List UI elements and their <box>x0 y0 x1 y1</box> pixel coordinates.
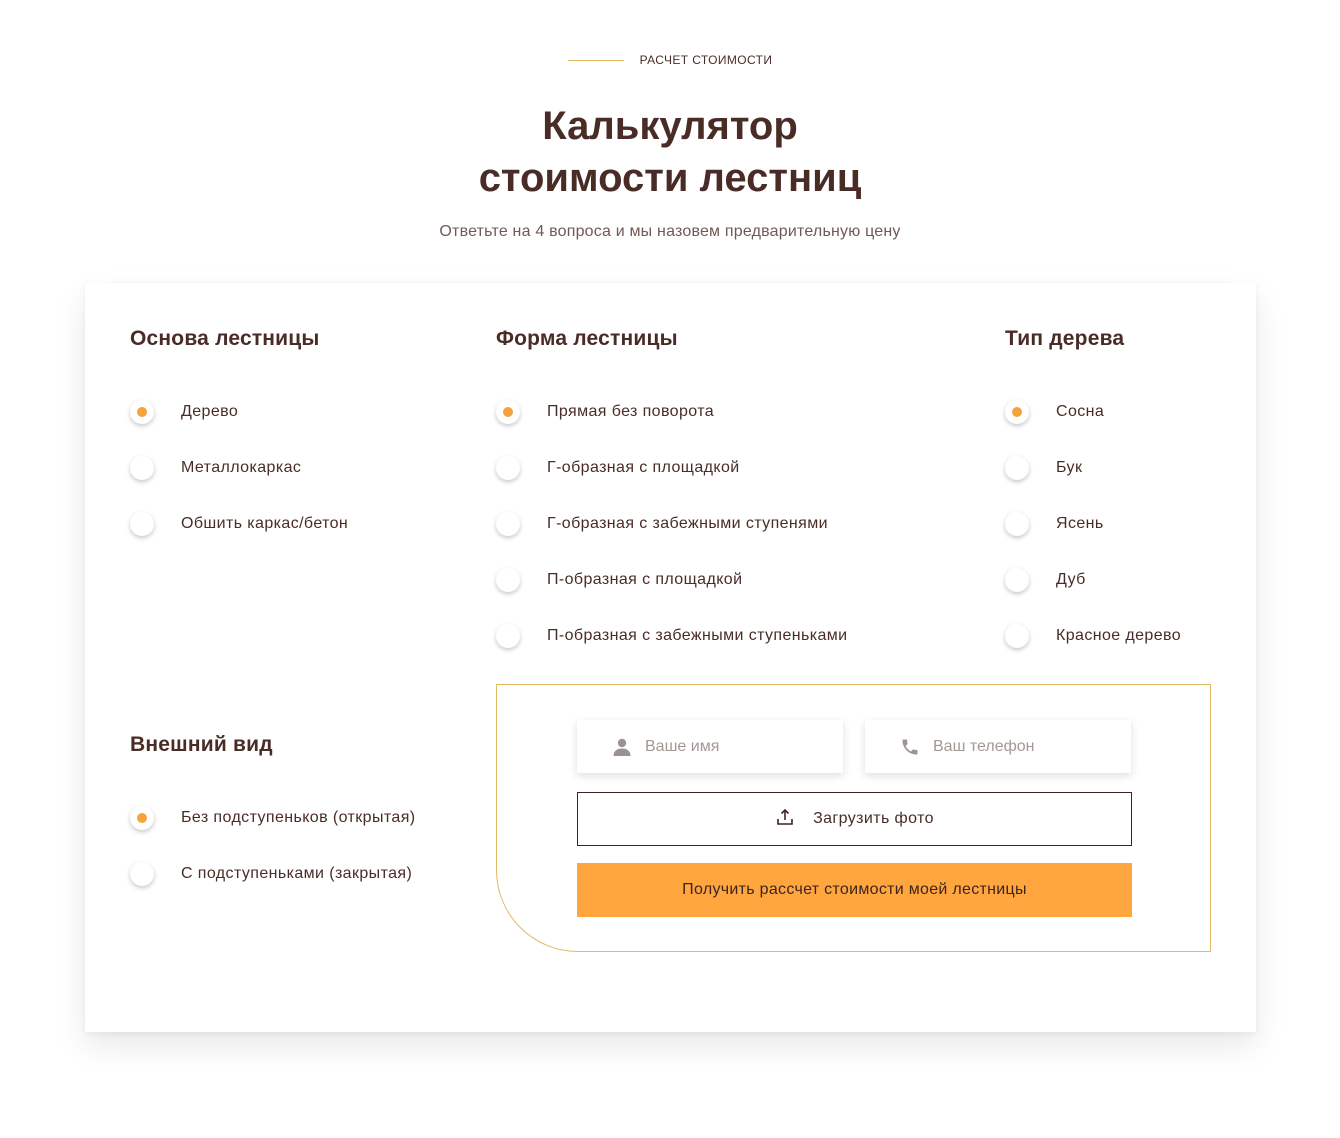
radio-option-wood-5[interactable]: Красное дерево <box>1005 608 1181 664</box>
radio-option-look-1[interactable]: Без подступеньков (открытая) <box>130 790 415 846</box>
page-subtitle: Ответьте на 4 вопроса и мы назовем предв… <box>439 223 901 240</box>
eyebrow-line <box>567 59 624 61</box>
radio-option-label: Обшить каркас/бетон <box>181 515 349 532</box>
radio-option-label: Красное дерево <box>1056 627 1182 644</box>
page-title: Калькулятор стоимости лестниц <box>0 100 1340 204</box>
radio-option-base-1[interactable]: Дерево <box>130 384 348 440</box>
phone-field[interactable] <box>865 720 1131 773</box>
name-field[interactable] <box>577 720 843 773</box>
options-base: Дерево Металлокаркас Обшить каркас/бетон <box>130 384 348 552</box>
radio-option-label: Без подступеньков (открытая) <box>181 809 416 826</box>
options-wood: Сосна Бук Ясень Дуб Красное дерево <box>1005 384 1181 664</box>
group-title-base: Основа лестницы <box>130 327 320 350</box>
radio-button[interactable] <box>130 456 154 480</box>
radio-option-label: Г-образная с площадкой <box>547 459 740 476</box>
radio-button[interactable] <box>130 806 154 830</box>
page-title-line-2: стоимости лестниц <box>478 156 862 200</box>
radio-option-wood-3[interactable]: Ясень <box>1005 496 1181 552</box>
group-base: Основа лестницы Дерево Металлокаркас Обшит… <box>130 324 348 552</box>
radio-button[interactable] <box>1005 624 1029 648</box>
options-look: Без подступеньков (открытая) С подступень… <box>130 790 415 902</box>
group-wood: Тип дерева Сосна Бук Ясень Дуб Красное дерев… <box>1005 324 1181 664</box>
radio-button[interactable] <box>1005 512 1029 536</box>
eyebrow-text: РАСЧЕТ СТОИМОСТИ <box>639 53 773 67</box>
phone-icon <box>899 736 921 758</box>
radio-option-label: С подступеньками (закрытая) <box>181 865 413 882</box>
radio-button[interactable] <box>496 624 520 648</box>
group-shape: Форма лестницы Прямая без поворота Г-обра… <box>496 324 848 664</box>
radio-option-shape-3[interactable]: Г-образная с забежными ступенями <box>496 496 848 552</box>
upload-photo-button[interactable]: Загрузить фото <box>577 792 1132 846</box>
page-title-line-1: Калькулятор <box>542 104 798 148</box>
radio-option-label: Прямая без поворота <box>547 403 715 420</box>
radio-option-label: Ясень <box>1056 515 1104 532</box>
radio-option-shape-2[interactable]: Г-образная с площадкой <box>496 440 848 496</box>
name-input[interactable] <box>645 737 825 756</box>
radio-option-label: Металлокаркас <box>181 459 302 476</box>
user-icon <box>611 736 633 758</box>
calculator-card: Основа лестницы Дерево Металлокаркас Обшит… <box>85 283 1256 1032</box>
radio-option-shape-4[interactable]: П-образная с площадкой <box>496 552 848 608</box>
phone-input[interactable] <box>933 737 1113 756</box>
submit-button-label: Получить рассчет стоимости моей лестницы <box>682 881 1027 898</box>
radio-option-shape-5[interactable]: П-образная с забежными ступеньками <box>496 608 848 664</box>
radio-option-wood-4[interactable]: Дуб <box>1005 552 1181 608</box>
radio-button[interactable] <box>496 456 520 480</box>
radio-option-label: Бук <box>1056 459 1083 476</box>
radio-option-base-2[interactable]: Металлокаркас <box>130 440 348 496</box>
radio-button[interactable] <box>496 512 520 536</box>
radio-option-label: П-образная с площадкой <box>547 571 743 588</box>
group-title-shape: Форма лестницы <box>496 327 678 350</box>
options-shape: Прямая без поворота Г-образная с площадко… <box>496 384 848 664</box>
radio-button[interactable] <box>130 512 154 536</box>
radio-option-look-2[interactable]: С подступеньками (закрытая) <box>130 846 415 902</box>
group-title-wood: Тип дерева <box>1005 327 1125 350</box>
radio-button[interactable] <box>1005 456 1029 480</box>
group-look: Внешний вид Без подступеньков (открытая)… <box>130 730 415 902</box>
radio-option-label: Г-образная с забежными ступенями <box>547 515 828 532</box>
radio-option-label: Дерево <box>181 403 239 420</box>
radio-option-label: П-образная с забежными ступеньками <box>547 627 848 644</box>
radio-option-wood-1[interactable]: Сосна <box>1005 384 1181 440</box>
group-title-look: Внешний вид <box>130 733 273 756</box>
radio-button[interactable] <box>1005 400 1029 424</box>
radio-button[interactable] <box>496 400 520 424</box>
upload-photo-label: Загрузить фото <box>813 810 934 827</box>
radio-button[interactable] <box>496 568 520 592</box>
radio-option-shape-1[interactable]: Прямая без поворота <box>496 384 848 440</box>
submit-button[interactable]: Получить рассчет стоимости моей лестницы <box>577 863 1132 917</box>
radio-button[interactable] <box>1005 568 1029 592</box>
section-eyebrow: РАСЧЕТ СТОИМОСТИ <box>0 53 1340 67</box>
radio-button[interactable] <box>130 862 154 886</box>
contact-form: Загрузить фото Получить рассчет стоимост… <box>496 684 1211 952</box>
page: РАСЧЕТ СТОИМОСТИ Калькулятор стоимости л… <box>0 0 1340 1138</box>
radio-option-label: Дуб <box>1056 571 1086 588</box>
upload-icon <box>775 807 795 832</box>
radio-option-base-3[interactable]: Обшить каркас/бетон <box>130 496 348 552</box>
radio-button[interactable] <box>130 400 154 424</box>
radio-option-label: Сосна <box>1056 403 1105 420</box>
radio-option-wood-2[interactable]: Бук <box>1005 440 1181 496</box>
